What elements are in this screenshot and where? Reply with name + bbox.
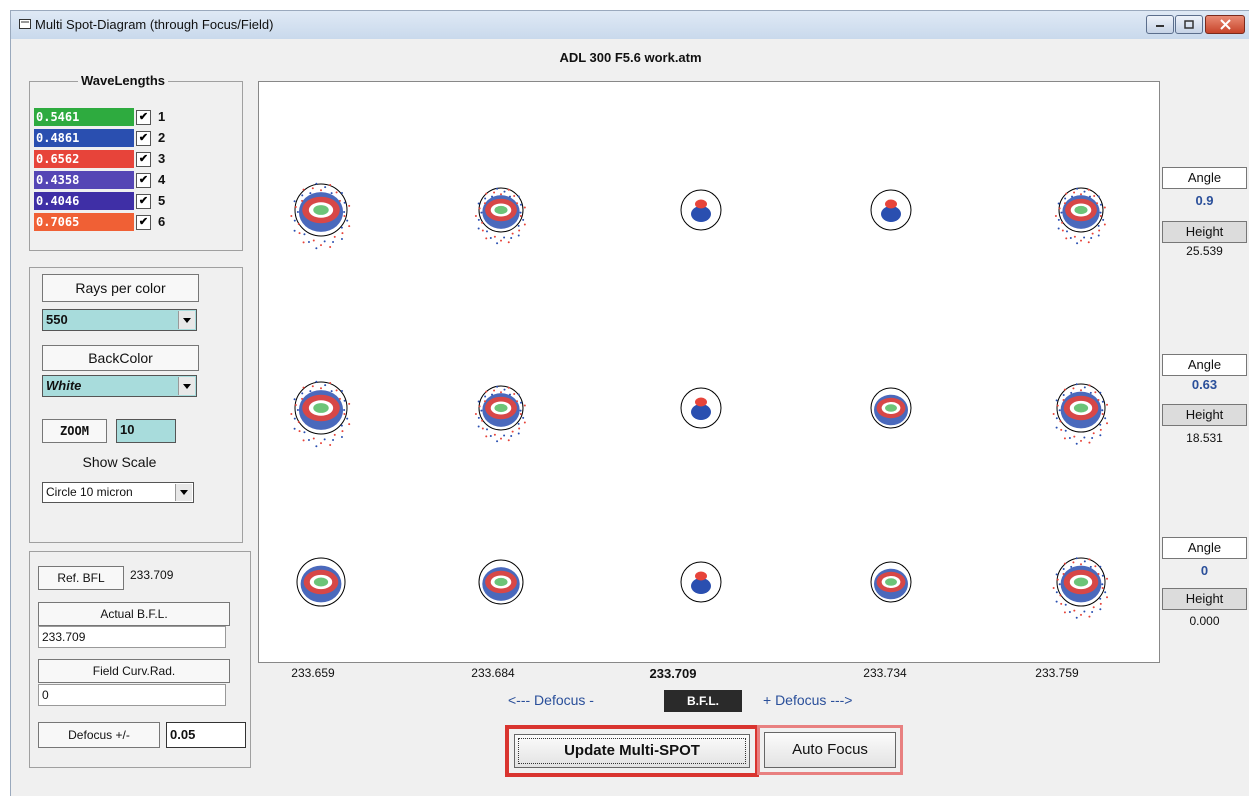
height-label-row3: Height [1162,588,1247,610]
backcolor-select[interactable]: White [42,375,197,397]
angle-value-row1: 0.9 [1195,193,1214,208]
window-title: Multi Spot-Diagram (through Focus/Field) [35,17,274,32]
ref-bfl-label: Ref. BFL [38,566,124,590]
wavelength-number: 1 [158,109,166,124]
wavelength-number: 2 [158,130,166,145]
field-curv-rad-label: Field Curv.Rad. [38,659,230,683]
angle-value-row3: 0 [1200,563,1209,578]
spot-diagram [478,559,524,605]
minimize-button[interactable] [1146,15,1174,34]
wavelength-value: 0.4358 [34,171,134,189]
spot-diagram [296,557,346,607]
defocus-minus-label: <--- Defocus - [508,692,594,708]
wavelength-value: 0.7065 [34,213,134,231]
defocus-tick-3: 233.709 [649,666,697,681]
angle-label-row3: Angle [1162,537,1247,559]
wavelengths-group: WaveLengths 0.5461 ✔ 1 0.4861 ✔ 2 0.6562… [29,73,243,251]
wavelength-checkbox[interactable]: ✔ [136,110,151,125]
spot-diagram [680,387,722,429]
height-label-row1: Height [1162,221,1247,243]
bfl-group: Ref. BFL 233.709 Actual B.F.L. 233.709 F… [29,551,251,768]
show-scale-value: Circle 10 micron [46,485,133,499]
settings-group: Rays per color 550 BackColor White ZOOM … [29,267,243,543]
chevron-down-icon[interactable] [175,484,192,501]
maximize-button[interactable] [1175,15,1203,34]
height-label-row2: Height [1162,404,1247,426]
rays-per-color-label: Rays per color [42,274,199,302]
spot-diagram [680,189,722,231]
rays-per-color-select[interactable]: 550 [42,309,197,331]
maximize-icon [1184,20,1194,29]
spot-diagram [1052,557,1109,619]
spot-diagram [870,561,912,603]
wavelength-value: 0.4046 [34,192,134,210]
wavelength-value: 0.5461 [34,108,134,126]
angle-value-row2: 0.63 [1191,377,1218,392]
show-scale-select[interactable]: Circle 10 micron [42,482,194,503]
height-value-row2: 18.531 [1186,431,1223,445]
spot-diagram [474,187,526,245]
spot-diagram [870,189,912,231]
multi-spot-window: Multi Spot-Diagram (through Focus/Field)… [10,10,1249,796]
wavelength-value: 0.6562 [34,150,134,168]
update-multi-spot-button[interactable]: Update Multi-SPOT [514,734,750,768]
angle-label-row1: Angle [1162,167,1247,189]
wavelength-number: 5 [158,193,166,208]
wavelength-number: 3 [158,151,166,166]
wavelength-number: 6 [158,214,166,229]
spot-diagram [680,561,722,603]
spot-diagram-plot [258,81,1160,663]
minimize-icon [1156,24,1164,27]
wavelength-checkbox[interactable]: ✔ [136,152,151,167]
actual-bfl-label: Actual B.F.L. [38,602,230,626]
zoom-input[interactable]: 10 [116,419,176,443]
zoom-label: ZOOM [42,419,107,443]
defocus-tick-5: 233.759 [1035,666,1079,680]
chevron-down-icon[interactable] [178,311,195,329]
defocus-tick-2: 233.684 [471,666,515,680]
field-curv-rad-input[interactable]: 0 [38,684,226,706]
spot-diagram [474,385,526,443]
backcolor-label: BackColor [42,345,199,371]
spot-diagram [870,387,912,429]
wavelength-checkbox[interactable]: ✔ [136,215,151,230]
show-scale-label: Show Scale [82,454,157,470]
spot-diagram [1052,383,1109,445]
wavelength-checkbox[interactable]: ✔ [136,131,151,146]
spot-diagram [290,380,351,448]
angle-label-row2: Angle [1162,354,1247,376]
defocus-tick-1: 233.659 [291,666,335,680]
chevron-down-icon[interactable] [178,377,195,395]
ref-bfl-value: 233.709 [130,568,174,582]
spot-diagram-canvas [290,182,1109,619]
spot-diagram [1054,187,1106,245]
defocus-label: Defocus +/- [38,722,160,748]
backcolor-value: White [46,378,82,393]
auto-focus-button[interactable]: Auto Focus [764,732,896,768]
defocus-plus-label: + Defocus ---> [763,692,853,708]
wavelength-number: 4 [158,172,166,187]
height-value-row3: 0.000 [1189,614,1220,628]
update-button-highlight: Update Multi-SPOT [505,725,759,777]
height-value-row1: 25.539 [1186,244,1223,258]
title-bar: Multi Spot-Diagram (through Focus/Field) [11,11,1249,39]
spot-diagram [290,182,351,250]
app-icon [19,19,31,29]
close-icon [1219,19,1231,30]
auto-focus-button-highlight: Auto Focus [757,725,903,775]
defocus-input[interactable]: 0.05 [166,722,246,748]
rays-per-color-value: 550 [46,312,68,327]
bfl-badge: B.F.L. [664,690,742,712]
wavelengths-legend: WaveLengths [78,73,169,88]
wavelength-checkbox[interactable]: ✔ [136,173,151,188]
file-title: ADL 300 F5.6 work.atm [559,50,702,65]
defocus-tick-4: 233.734 [863,666,907,680]
wavelength-checkbox[interactable]: ✔ [136,194,151,209]
actual-bfl-input[interactable]: 233.709 [38,626,226,648]
wavelength-value: 0.4861 [34,129,134,147]
close-button[interactable] [1205,15,1245,34]
